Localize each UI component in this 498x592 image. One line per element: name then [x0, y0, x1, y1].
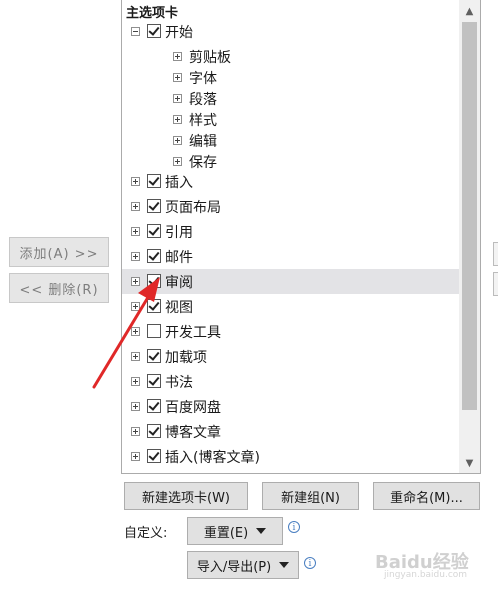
watermark-url: jingyan.baidu.com: [384, 570, 468, 580]
annotation-arrow-icon: [92, 277, 160, 389]
